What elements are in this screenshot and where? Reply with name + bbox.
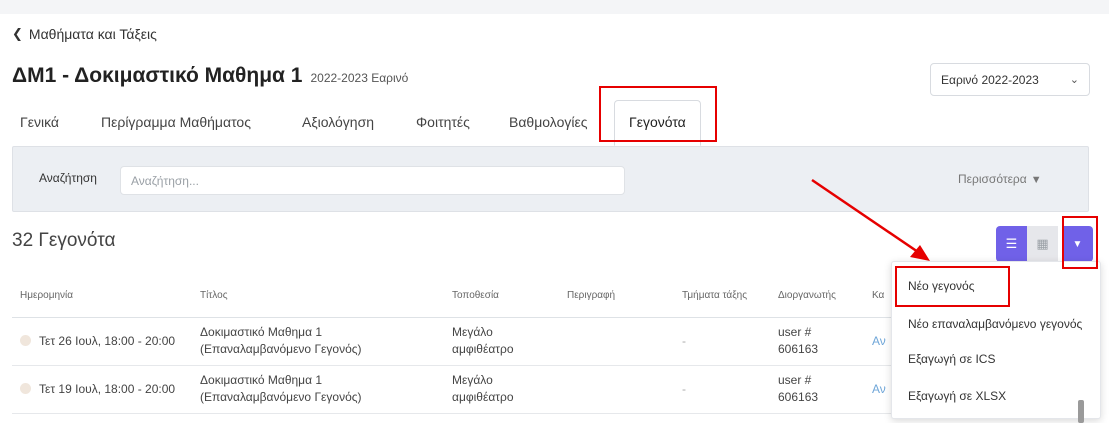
back-link[interactable]: ❮ Μαθήματα και Τάξεις [12,26,157,42]
event-title-note: (Επαναλαμβανόμενο Γεγονός) [200,342,362,356]
event-location-detail: αμφιθέατρο [452,342,514,356]
back-link-label: Μαθήματα και Τάξεις [28,26,157,42]
event-title-cell: Δοκιμαστικό Μαθημα 1 (Επαναλαμβανόμενο Γε… [192,365,444,414]
tab-outline[interactable]: Περίγραμμα Μαθήματος [101,114,251,130]
event-location-cell: Μεγάλο αμφιθέατρο [444,365,559,414]
event-date-cell: Τετ 26 Ιουλ, 18:00 - 20:00 [12,317,192,366]
event-date: Τετ 19 Ιουλ, 18:00 - 20:00 [39,381,176,396]
status-dot-icon [20,382,31,394]
page-title: ΔΜ1 - Δοκιμαστικό Μαθημα 1 [12,64,303,87]
event-description [559,365,674,414]
column-header: Τοποθεσία [444,275,559,318]
event-title: Δοκιμαστικό Μαθημα 1 [200,325,323,340]
column-header: Ημερομηνία [12,275,192,318]
semester-select-value: Εαρινό 2022-2023 [941,72,1039,87]
course-term: 2022-2023 Εαρινό [310,71,409,85]
event-location-cell: Μεγάλο αμφιθέατρο [444,317,559,366]
events-count: 32 Γεγονότα [12,230,116,251]
column-header: Τίτλος [192,275,444,318]
calendar-icon: ▦ [1036,236,1049,251]
event-organizer-id: 606163 [778,342,819,356]
list-icon: ☰ [1005,236,1018,251]
search-label: Αναζήτηση [39,171,97,185]
event-date: Τετ 26 Ιουλ, 18:00 - 20:00 [39,333,176,348]
status-dot-icon [20,334,31,346]
menu-item-export-xlsx[interactable]: Εξαγωγή σε XLSX [908,389,1006,403]
chevron-down-icon: ▼ [1030,174,1042,186]
course-tabs: Γενικά Περίγραμμα Μαθήματος Αξιολόγηση Φ… [12,100,1097,146]
view-toggle-group: ☰ ▦ ▼ [996,226,1093,262]
event-organizer-cell: user # 606163 [770,317,864,366]
event-organizer: user # [778,373,812,388]
event-organizer-cell: user # 606163 [770,365,864,414]
scrollbar-thumb[interactable] [1078,400,1084,423]
event-location: Μεγάλο [452,325,493,340]
calendar-view-button[interactable]: ▦ [1027,226,1058,262]
column-header: Περιγραφή [559,275,674,318]
more-filters-toggle[interactable]: Περισσότερα ▼ [958,172,1042,186]
event-title: Δοκιμαστικό Μαθημα 1 [200,373,323,388]
tab-assessment[interactable]: Αξιολόγηση [302,114,374,130]
page-title-row: ΔΜ1 - Δοκιμαστικό Μαθημα 1 2022-2023 Εαρ… [12,64,408,88]
actions-dropdown-menu: Νέο γεγονός Νέο επαναλαμβανόμενο γεγονός… [891,261,1101,419]
event-location: Μεγάλο [452,373,493,388]
semester-select[interactable]: Εαρινό 2022-2023 ⌄ [930,63,1090,96]
menu-item-new-event[interactable]: Νέο γεγονός [908,279,975,293]
more-filters-label: Περισσότερα [958,172,1027,186]
event-sections: - [674,317,770,366]
column-header: Διοργανωτής [770,275,864,318]
event-organizer-id: 606163 [778,390,819,404]
event-description [559,317,674,366]
actions-dropdown-button[interactable]: ▼ [1062,226,1093,262]
search-input[interactable] [120,166,625,195]
tab-students[interactable]: Φοιτητές [416,114,470,130]
tab-events[interactable]: Γεγονότα [614,100,701,146]
tab-general[interactable]: Γενικά [20,114,59,130]
event-sections: - [674,365,770,414]
red-arrow-head [910,245,930,261]
menu-item-export-ics[interactable]: Εξαγωγή σε ICS [908,352,995,366]
event-date-cell: Τετ 19 Ιουλ, 18:00 - 20:00 [12,365,192,414]
menu-item-new-recurring-event[interactable]: Νέο επαναλαμβανόμενο γεγονός [908,317,1082,331]
event-title-cell: Δοκιμαστικό Μαθημα 1 (Επαναλαμβανόμενο Γε… [192,317,444,366]
filter-panel: Αναζήτηση Περισσότερα▼ [12,146,1089,212]
event-organizer: user # [778,325,812,340]
column-header: Τμήματα τάξης [674,275,770,318]
chevron-down-icon: ⌄ [1069,74,1079,86]
top-strip [0,0,1109,14]
event-location-detail: αμφιθέατρο [452,390,514,404]
chevron-left-icon: ❮ [12,26,23,41]
tab-grades[interactable]: Βαθμολογίες [509,114,587,130]
caret-down-icon: ▼ [1072,238,1083,250]
event-title-note: (Επαναλαμβανόμενο Γεγονός) [200,390,362,404]
list-view-button[interactable]: ☰ [996,226,1027,262]
